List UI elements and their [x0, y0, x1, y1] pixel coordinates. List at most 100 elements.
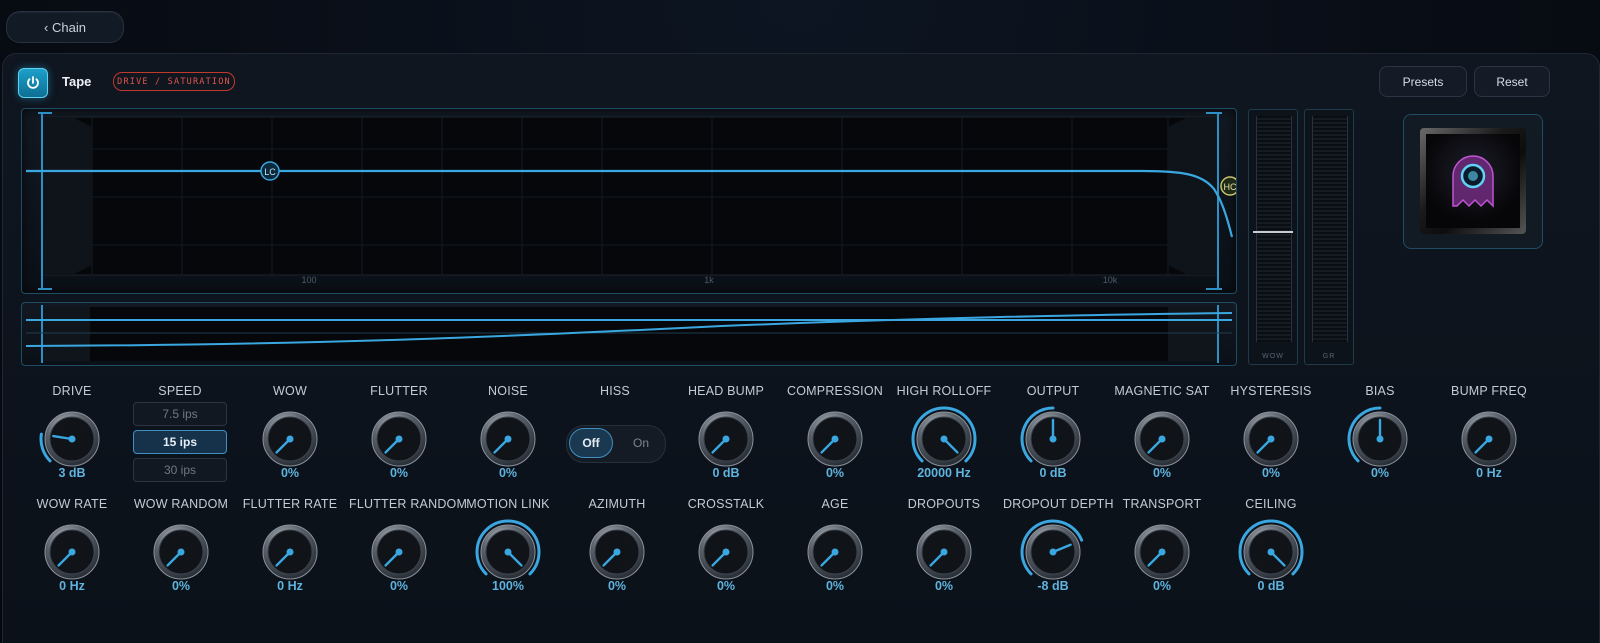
- bias-knob[interactable]: [1330, 406, 1430, 468]
- wow-random-label: WOW RANDOM: [133, 497, 229, 511]
- hiss-toggle-group: HISS: [565, 384, 665, 400]
- flutter-rate-value: 0 Hz: [277, 579, 303, 593]
- high-cut-handle[interactable]: HC: [1220, 176, 1237, 196]
- high-rolloff-label: HIGH ROLLOFF: [896, 384, 992, 398]
- speed-option-15[interactable]: 15 ips: [133, 430, 227, 454]
- flutter-rate-label: FLUTTER RATE: [242, 497, 338, 511]
- hiss-label: HISS: [600, 384, 630, 398]
- ceiling-knob-group: CEILING 0 dB: [1221, 497, 1321, 593]
- crosstalk-knob-group: CROSSTALK 0%: [676, 497, 776, 593]
- azimuth-knob[interactable]: [567, 519, 667, 581]
- noise-knob[interactable]: [458, 406, 558, 468]
- dropout-depth-knob[interactable]: [1003, 519, 1103, 581]
- flutter-value: 0%: [389, 466, 409, 480]
- ceiling-value: 0 dB: [1257, 579, 1285, 593]
- flutter-label: FLUTTER: [370, 384, 428, 398]
- presets-button[interactable]: Presets: [1379, 66, 1467, 97]
- compression-knob-group: COMPRESSION 0%: [785, 384, 885, 480]
- age-label: AGE: [821, 497, 849, 511]
- transport-value: 0%: [1152, 579, 1172, 593]
- wow-rate-knob[interactable]: [22, 519, 122, 581]
- compression-label: COMPRESSION: [787, 384, 883, 398]
- azimuth-knob-group: AZIMUTH 0%: [567, 497, 667, 593]
- wow-random-knob-group: WOW RANDOM 0%: [131, 497, 231, 593]
- flutter-rate-knob-group: FLUTTER RATE 0 Hz: [240, 497, 340, 593]
- crosstalk-knob[interactable]: [676, 519, 776, 581]
- drive-value: 3 dB: [58, 466, 86, 480]
- svg-text:HC: HC: [1224, 182, 1237, 192]
- head-bump-label: HEAD BUMP: [687, 384, 765, 398]
- speed-option-7-5[interactable]: 7.5 ips: [133, 402, 227, 426]
- dropouts-label: DROPOUTS: [907, 497, 981, 511]
- ghost-logo-icon: [1452, 155, 1494, 208]
- hiss-on-option[interactable]: On: [619, 428, 663, 458]
- frequency-response-display[interactable]: LC HC 100 1k 10k: [21, 108, 1237, 294]
- wow-knob-group: WOW 0%: [240, 384, 340, 480]
- magnetic-sat-knob[interactable]: [1112, 406, 1212, 468]
- drive-knob[interactable]: [22, 406, 122, 468]
- motion-link-knob[interactable]: [458, 519, 558, 581]
- wow-value: 0%: [280, 466, 300, 480]
- drive-knob-group: DRIVE 3 dB: [22, 384, 122, 480]
- transport-label: TRANSPORT: [1122, 497, 1202, 511]
- back-to-chain-button[interactable]: ‹ Chain: [6, 11, 124, 43]
- hiss-toggle[interactable]: Off On: [566, 425, 666, 463]
- magnetic-sat-knob-group: MAGNETIC SAT 0%: [1112, 384, 1212, 480]
- bump-freq-value: 0 Hz: [1476, 466, 1502, 480]
- flutter-random-knob-group: FLUTTER RANDOM 0%: [349, 497, 467, 593]
- flutter-knob[interactable]: [349, 406, 449, 468]
- speed-selector-group: SPEED: [130, 384, 230, 400]
- wow-random-knob[interactable]: [131, 519, 231, 581]
- flutter-rate-knob[interactable]: [240, 519, 340, 581]
- output-value: 0 dB: [1039, 466, 1067, 480]
- speed-option-30[interactable]: 30 ips: [133, 458, 227, 482]
- ceiling-knob[interactable]: [1221, 519, 1321, 581]
- dropout-depth-knob-group: DROPOUT DEPTH -8 dB: [1003, 497, 1114, 593]
- hysteresis-label: HYSTERESIS: [1230, 384, 1312, 398]
- plugin-header: Tape DRIVE / SATURATION Presets Reset: [3, 54, 1599, 108]
- high-rolloff-knob-group: HIGH ROLLOFF 20000 Hz: [894, 384, 994, 480]
- head-bump-value: 0 dB: [712, 466, 740, 480]
- plugin-logo: [1403, 114, 1543, 249]
- flutter-random-value: 0%: [389, 579, 409, 593]
- bump-freq-knob[interactable]: [1439, 406, 1539, 468]
- category-badge: DRIVE / SATURATION: [113, 72, 235, 91]
- wow-rate-value: 0 Hz: [59, 579, 85, 593]
- high-rolloff-knob[interactable]: [894, 406, 994, 468]
- drive-label: DRIVE: [52, 384, 92, 398]
- hysteresis-knob[interactable]: [1221, 406, 1321, 468]
- saturation-curve-display: [21, 302, 1237, 366]
- transport-knob-group: TRANSPORT 0%: [1112, 497, 1212, 593]
- wow-knob[interactable]: [240, 406, 340, 468]
- dropouts-knob[interactable]: [894, 519, 994, 581]
- flutter-knob-group: FLUTTER 0%: [349, 384, 449, 480]
- reset-button[interactable]: Reset: [1474, 66, 1550, 97]
- head-bump-knob[interactable]: [676, 406, 776, 468]
- wow-rate-knob-group: WOW RATE 0 Hz: [22, 497, 122, 593]
- motion-link-label: MOTION LINK: [466, 497, 550, 511]
- compression-knob[interactable]: [785, 406, 885, 468]
- flutter-random-knob[interactable]: [349, 519, 449, 581]
- hysteresis-knob-group: HYSTERESIS 0%: [1221, 384, 1321, 480]
- age-value: 0%: [825, 579, 845, 593]
- power-button[interactable]: [18, 68, 48, 98]
- hiss-off-option[interactable]: Off: [569, 428, 613, 458]
- wow-rate-label: WOW RATE: [36, 497, 108, 511]
- power-icon: [27, 76, 39, 89]
- wow-label: WOW: [273, 384, 307, 398]
- svg-text:LC: LC: [264, 167, 276, 177]
- low-cut-handle[interactable]: LC: [260, 161, 280, 181]
- crosstalk-label: CROSSTALK: [687, 497, 765, 511]
- dropouts-value: 0%: [934, 579, 954, 593]
- transport-knob[interactable]: [1112, 519, 1212, 581]
- wow-random-value: 0%: [171, 579, 191, 593]
- output-knob[interactable]: [1003, 406, 1103, 468]
- head-bump-knob-group: HEAD BUMP 0 dB: [676, 384, 776, 480]
- age-knob[interactable]: [785, 519, 885, 581]
- dropout-depth-value: -8 dB: [1037, 579, 1069, 593]
- freq-label-10k: 10k: [1103, 275, 1118, 285]
- bias-label: BIAS: [1365, 384, 1395, 398]
- magnetic-sat-label: MAGNETIC SAT: [1114, 384, 1210, 398]
- compression-value: 0%: [825, 466, 845, 480]
- output-knob-group: OUTPUT 0 dB: [1003, 384, 1103, 480]
